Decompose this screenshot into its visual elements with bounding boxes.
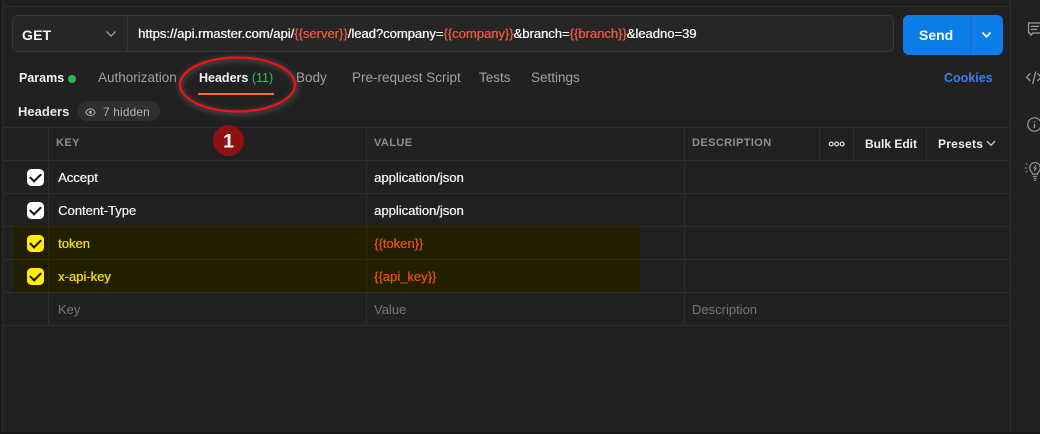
svg-text:1: 1 bbox=[223, 131, 234, 153]
